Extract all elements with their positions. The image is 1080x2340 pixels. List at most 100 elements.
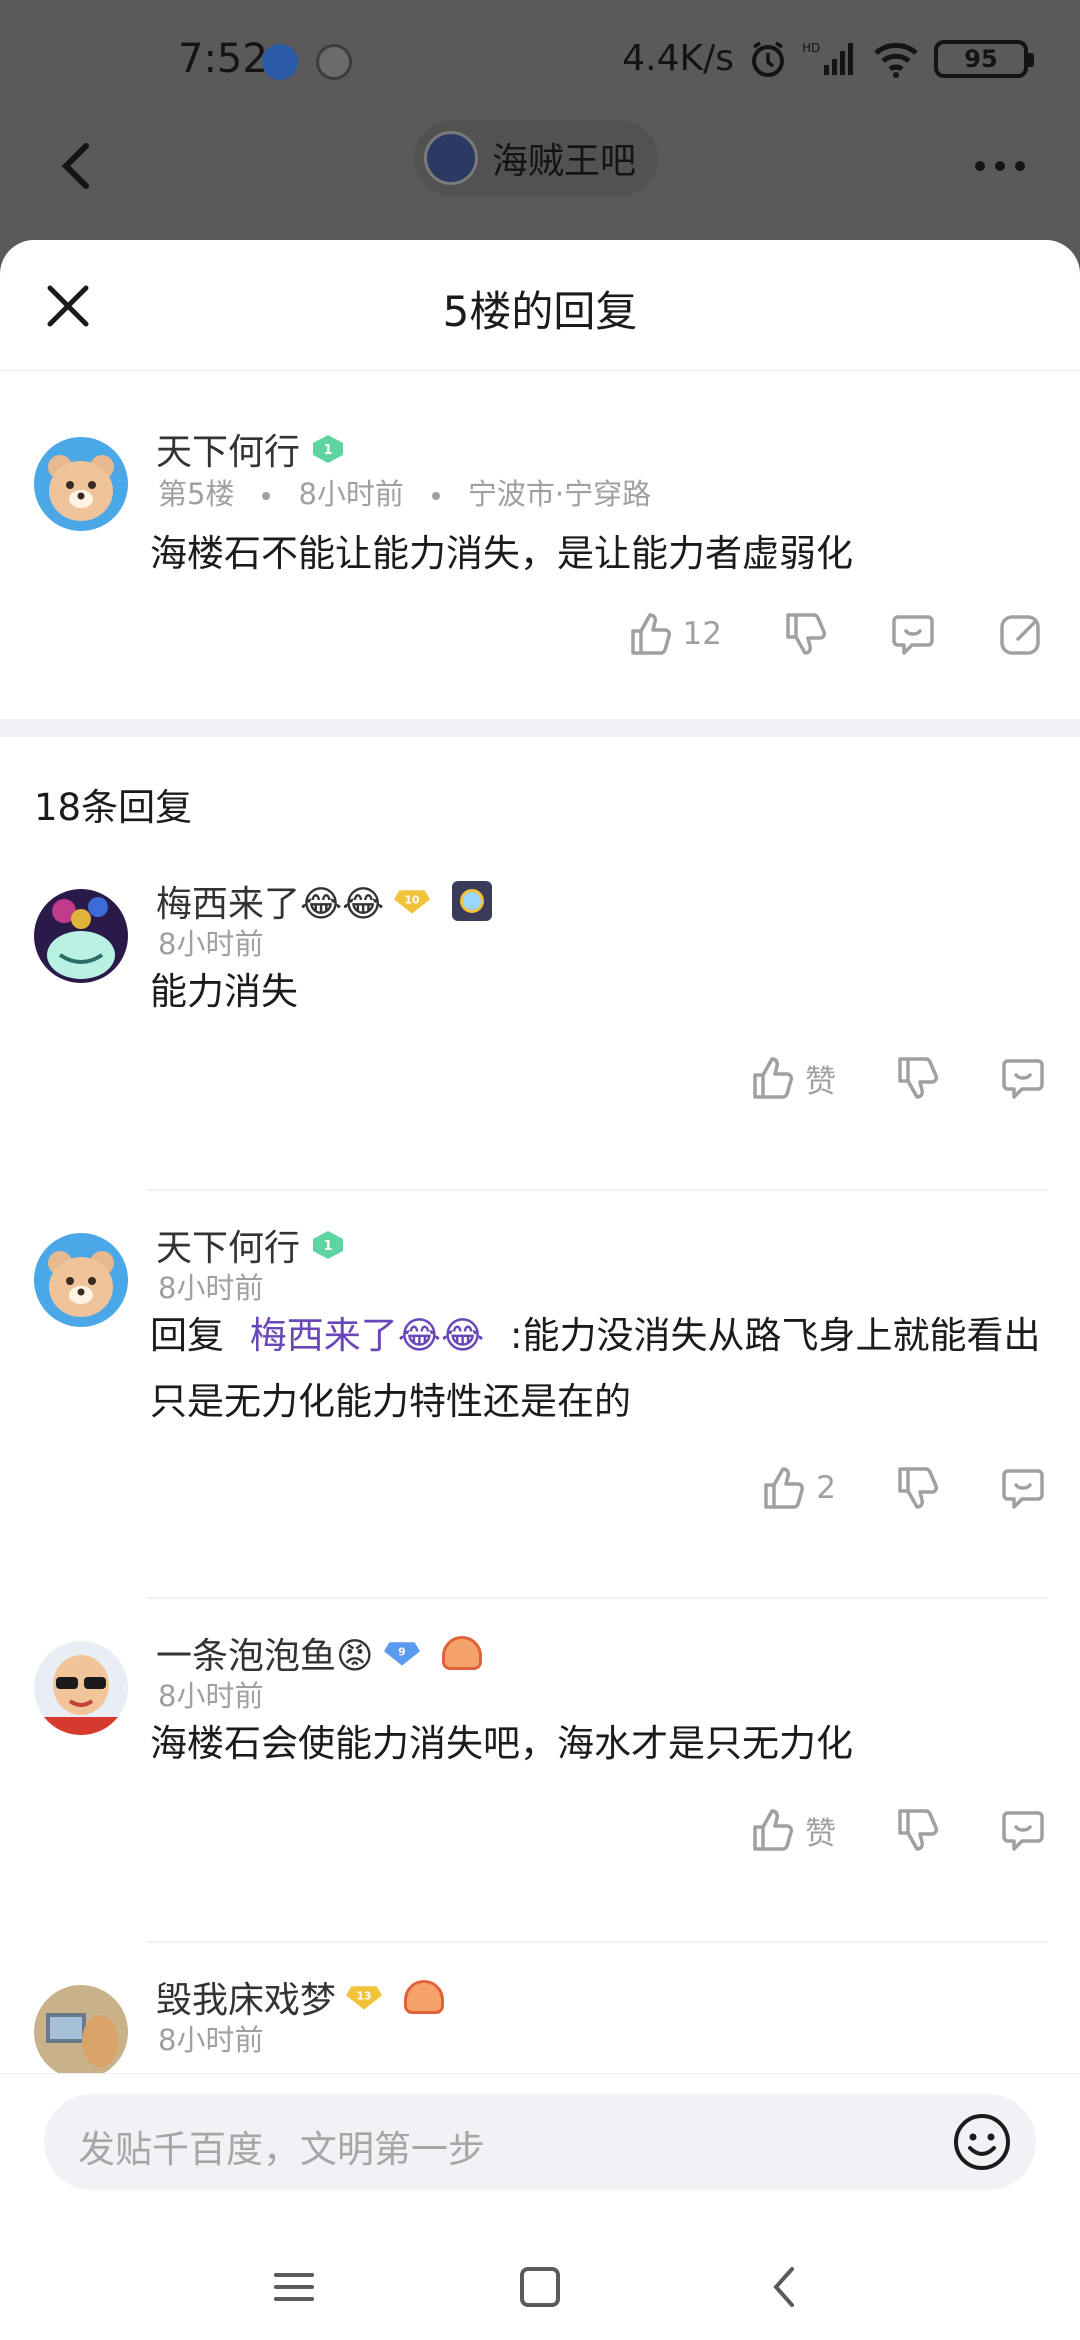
status-right: 4.4K/s HD 95	[622, 38, 1034, 79]
avatar[interactable]	[34, 1641, 128, 1735]
like-button[interactable]: 12	[625, 609, 722, 659]
username[interactable]: 毁我床戏梦	[156, 1971, 336, 2023]
like-button[interactable]: 赞	[747, 1805, 836, 1855]
reply-time: 8小时前	[158, 1271, 264, 1305]
more-options-button[interactable]	[960, 136, 1040, 196]
comment-input[interactable]: 发贴千百度，文明第一步	[44, 2094, 1036, 2190]
reply-actions: 赞	[747, 1805, 1048, 1855]
section-divider	[0, 719, 1080, 737]
like-count: 2	[816, 1470, 836, 1506]
thumbs-up-icon	[753, 1809, 793, 1851]
mention-link[interactable]: 梅西来了😂😂	[250, 1314, 484, 1357]
reply-content: 回复 梅西来了😂😂 :能力没消失从路飞身上就能看出只是无力化能力特性还是在的	[150, 1303, 1050, 1435]
comment-button[interactable]	[888, 609, 938, 659]
reply-item: 梅西来了😂😂 10 8小时前 能力消失 赞	[0, 847, 1080, 1191]
reply-actions: 赞	[747, 1053, 1048, 1103]
like-button[interactable]: 2	[758, 1463, 836, 1513]
level-badge: 1	[310, 1230, 346, 1260]
dislike-button[interactable]	[892, 1053, 942, 1103]
level-badge: 9	[383, 1638, 420, 1668]
hands-icon	[404, 1980, 445, 2014]
username[interactable]: 一条泡泡鱼😡	[156, 1627, 374, 1679]
like-button[interactable]: 赞	[747, 1053, 836, 1103]
reply-username-row: 一条泡泡鱼😡 9	[156, 1627, 482, 1679]
like-count: 12	[682, 616, 722, 652]
reply-sheet: 5楼的回复 天下何行 1 第5楼 8小时前 宁波市·宁穿路 海楼石不能让能力消失，是…	[0, 240, 1080, 2340]
reply-username-row: 梅西来了😂😂 10	[156, 875, 493, 927]
main-post: 天下何行 1 第5楼 8小时前 宁波市·宁穿路 海楼石不能让能力消失，是让能力者虚弱…	[0, 371, 1080, 719]
svg-text:1: 1	[323, 443, 332, 458]
bear-avatar-icon	[34, 437, 128, 531]
replies-count: 18条回复	[34, 786, 193, 829]
feather-app-icon	[262, 44, 298, 80]
svg-text:9: 9	[398, 1646, 406, 1659]
cartoon-boy-avatar-icon	[34, 1641, 128, 1735]
comment-button[interactable]	[998, 1463, 1048, 1513]
forum-logo	[424, 131, 478, 185]
emoji-button[interactable]	[948, 2108, 1016, 2176]
reply-time: 8小时前	[158, 927, 264, 961]
reply-item: 一条泡泡鱼😡 9 8小时前 海楼石会使能力消失吧，海水才是只无力化 赞	[0, 1599, 1080, 1943]
sheet-title: 5楼的回复	[442, 287, 638, 336]
avatar[interactable]	[34, 1985, 128, 2079]
thumbs-up-icon	[764, 1467, 805, 1509]
reply-time: 8小时前	[158, 2023, 264, 2057]
reply-content: 海楼石会使能力消失吧，海水才是只无力化	[150, 1722, 853, 1765]
dislike-button[interactable]	[892, 1463, 942, 1513]
reply-item: 天下何行 1 8小时前 回复 梅西来了😂😂 :能力没消失从路飞身上就能看出只是无…	[0, 1191, 1080, 1599]
comment-input-bar: 发贴千百度，文明第一步	[0, 2073, 1080, 2218]
shield-app-icon	[316, 44, 352, 80]
battery-icon: 95	[934, 39, 1034, 78]
avatar[interactable]	[34, 1233, 128, 1327]
forum-pill[interactable]: 海贼王吧	[414, 120, 659, 196]
reply-content: 能力消失	[150, 970, 298, 1013]
thumbs-up-icon	[630, 613, 671, 655]
comment-button[interactable]	[998, 1053, 1048, 1103]
main-post-meta: 第5楼 8小时前 宁波市·宁穿路	[158, 471, 651, 513]
status-bar: 7:52 4.4K/s HD 95	[0, 0, 1080, 120]
avatar[interactable]	[34, 437, 128, 531]
username[interactable]: 梅西来了😂😂	[156, 875, 384, 927]
main-post-content: 海楼石不能让能力消失，是让能力者虚弱化	[150, 532, 853, 575]
battery-level: 95	[964, 44, 998, 73]
comment-button[interactable]	[998, 1805, 1048, 1855]
main-post-actions: 12	[625, 609, 1046, 659]
svg-text:13: 13	[357, 1990, 372, 2003]
forum-name: 海贼王吧	[492, 141, 637, 182]
back-nav-button[interactable]	[756, 2257, 816, 2317]
username[interactable]: 天下何行	[156, 423, 300, 475]
svg-text:10: 10	[405, 894, 420, 907]
photo-avatar-icon	[34, 1985, 128, 2079]
level-badge: 10	[394, 886, 431, 916]
menu-nav-button[interactable]	[264, 2257, 324, 2317]
sheet-header: 5楼的回复	[0, 240, 1080, 371]
medal-icon	[452, 881, 493, 921]
edit-button[interactable]	[996, 609, 1046, 659]
reply-prefix: 回复	[150, 1314, 224, 1357]
like-label: 赞	[805, 1063, 836, 1100]
wifi-icon	[874, 42, 918, 78]
alarm-icon	[752, 41, 784, 77]
reply-actions: 2	[758, 1463, 1048, 1513]
dislike-button[interactable]	[892, 1805, 942, 1855]
network-speed: 4.4K/s	[622, 38, 734, 79]
status-time: 7:52	[178, 36, 268, 82]
floor-label: 第5楼	[158, 477, 235, 511]
home-nav-button[interactable]	[510, 2257, 570, 2317]
username[interactable]: 天下何行	[156, 1219, 300, 1271]
input-placeholder: 发贴千百度，文明第一步	[78, 2128, 485, 2171]
masked-face-avatar-icon	[34, 889, 128, 983]
dislike-button[interactable]	[780, 609, 830, 659]
reply-time: 8小时前	[158, 1679, 264, 1713]
top-bar: 海贼王吧	[0, 120, 1080, 240]
hands-icon	[441, 1636, 482, 1670]
like-label: 赞	[805, 1815, 836, 1852]
post-time: 8小时前	[298, 477, 404, 511]
level-badge: 13	[346, 1982, 383, 2012]
back-button[interactable]	[42, 128, 122, 208]
level-badge: 1	[310, 434, 346, 464]
post-location: 宁波市·宁穿路	[467, 477, 652, 511]
main-post-username-row: 天下何行 1	[156, 423, 346, 475]
avatar[interactable]	[34, 889, 128, 983]
svg-text:HD: HD	[802, 41, 820, 55]
